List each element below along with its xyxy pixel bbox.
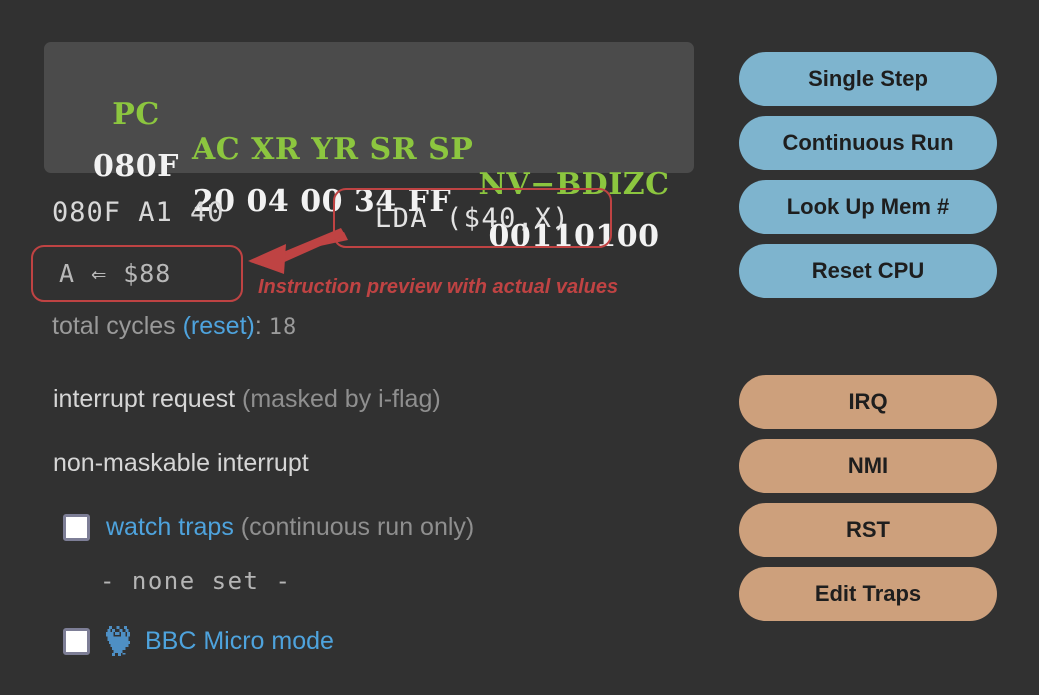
watch-traps-checkbox[interactable] [63,514,90,541]
watch-traps-link[interactable]: watch traps [106,513,234,541]
total-cycles-label: total cycles [52,312,183,340]
owl-icon [106,626,130,656]
disassembly-line: 080F A1 40 [52,197,225,228]
reset-cpu-button[interactable]: Reset CPU [739,244,997,298]
instruction-preview-box: A ⇐ $88 [31,245,243,302]
watch-traps-note: (continuous run only) [233,513,475,541]
traps-list-empty: - none set - [100,567,292,595]
bbc-micro-mode-row[interactable]: BBC Micro mode [63,626,334,656]
instruction-preview-text: A ⇐ $88 [59,259,172,288]
interrupt-request-note: (masked by i-flag) [242,385,441,413]
irq-button[interactable]: IRQ [739,375,997,429]
mnemonic-text: LDA ($40,X) [374,202,571,234]
rst-button[interactable]: RST [739,503,997,557]
total-cycles-value: 18 [268,315,298,340]
register-status-panel: PC AC XR YR SR SP NV−BDIZC 080F 20 04 00… [44,42,694,254]
single-step-button[interactable]: Single Step [739,52,997,106]
interrupt-request-label: interrupt request [53,385,242,413]
total-cycles-row: total cycles (reset): 18 [52,312,297,341]
look-up-mem-button[interactable]: Look Up Mem # [739,180,997,234]
non-maskable-interrupt-row: non-maskable interrupt [53,449,309,477]
bbc-micro-mode-label[interactable]: BBC Micro mode [145,627,334,656]
edit-traps-button[interactable]: Edit Traps [739,567,997,621]
continuous-run-button[interactable]: Continuous Run [739,116,997,170]
nmi-button[interactable]: NMI [739,439,997,493]
cycles-reset-link[interactable]: (reset) [183,312,255,340]
interrupt-request-row: interrupt request (masked by i-flag) [53,385,441,414]
mnemonic-callout-box: LDA ($40,X) [333,188,612,248]
register-value-pc: 080F [93,149,179,184]
annotation-caption: Instruction preview with actual values [258,276,619,298]
bbc-micro-mode-checkbox[interactable] [63,627,90,655]
watch-traps-label: watch traps (continuous run only) [106,513,474,542]
watch-traps-row[interactable]: watch traps (continuous run only) [63,513,474,542]
total-cycles-colon: : [254,312,269,340]
